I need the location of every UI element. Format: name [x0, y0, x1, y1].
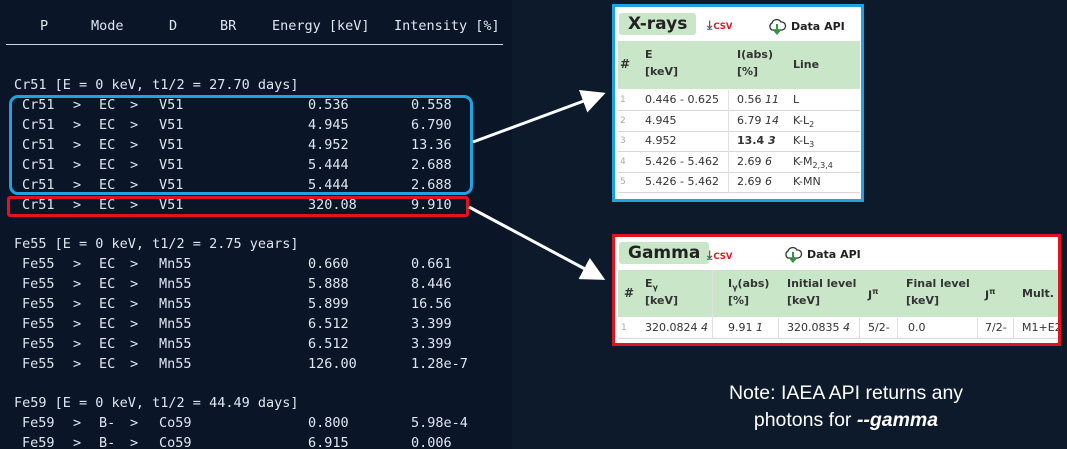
arrow-to-xrays — [472, 89, 606, 144]
note-line-1: Note: IAEA API returns any — [728, 382, 964, 404]
arrow-to-gamma — [468, 205, 606, 280]
note-text: Note: IAEA API returns any photons for -… — [676, 380, 1016, 434]
note-line-2: photons for --gamma — [753, 409, 939, 431]
